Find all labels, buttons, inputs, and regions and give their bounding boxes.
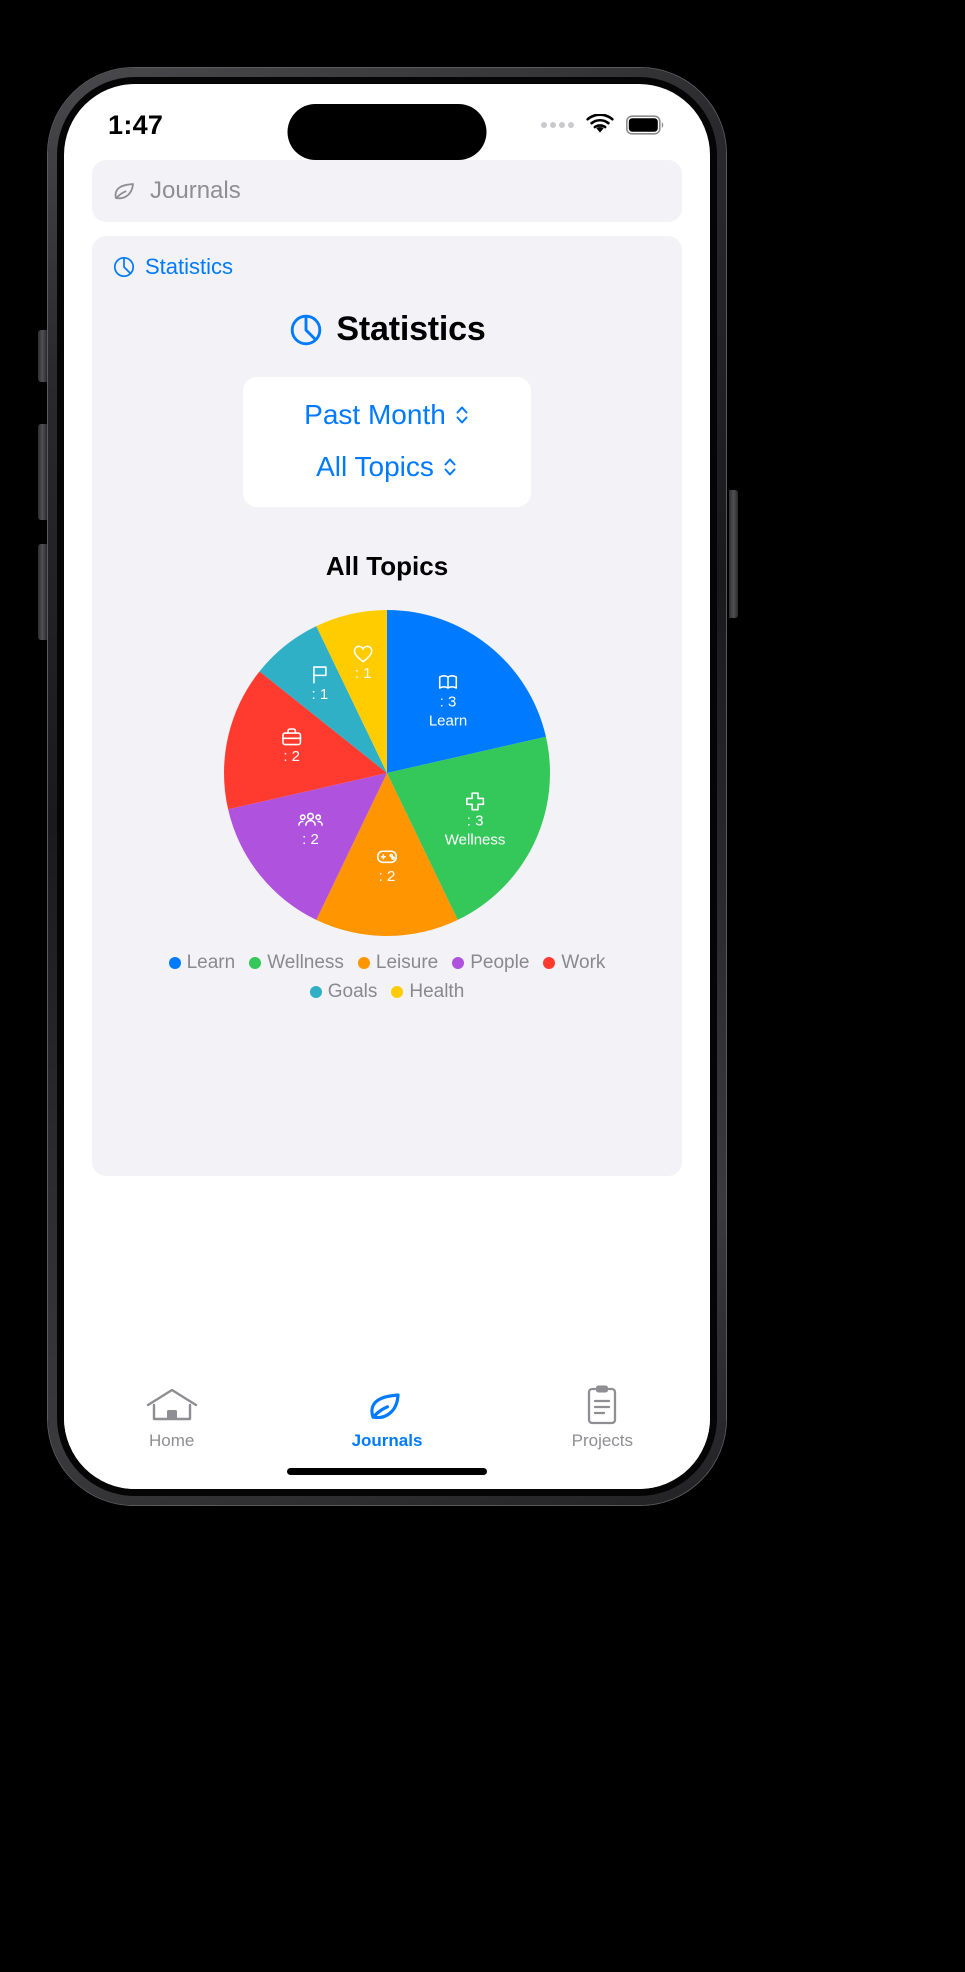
power-button[interactable] — [729, 490, 738, 618]
legend-label: Leisure — [375, 952, 439, 973]
chevron-up-down-icon — [454, 402, 470, 428]
legend-label: People — [470, 952, 530, 973]
breadcrumb-label: Statistics — [145, 254, 234, 279]
phone-frame: 1:47 Journals Statistics Statistics Past… — [48, 68, 726, 1505]
svg-text:: 2: : 2 — [283, 748, 300, 765]
phone-screen: 1:47 Journals Statistics Statistics Past… — [64, 84, 710, 1489]
svg-text:: 3: : 3 — [467, 812, 484, 829]
legend-label: Goals — [327, 981, 378, 1002]
status-icons — [541, 114, 666, 136]
legend-color-dot — [391, 986, 404, 998]
pie-slice-label: : 2 — [298, 812, 323, 848]
filter-card: Past Month All Topics — [243, 377, 531, 507]
chart-legend: Learn Wellness Leisure People Work Goals Heal… — [92, 952, 682, 1003]
legend-item[interactable]: Goals — [309, 981, 378, 1003]
svg-text:Wellness: Wellness — [445, 831, 506, 848]
phone-bezel: 1:47 Journals Statistics Statistics Past… — [57, 77, 717, 1496]
legend-label: Health — [409, 981, 465, 1002]
volume-up-button[interactable] — [38, 424, 47, 520]
tab-home-label: Home — [148, 1431, 195, 1450]
breadcrumb[interactable]: Statistics — [92, 254, 682, 280]
period-selector[interactable]: Past Month — [304, 399, 470, 431]
legend-color-dot — [543, 957, 556, 969]
house-icon — [144, 1383, 200, 1427]
svg-text:: 1: : 1 — [312, 686, 329, 703]
screenshot-stage: 1:47 Journals Statistics Statistics Past… — [0, 0, 965, 1972]
clipboard-icon — [585, 1383, 619, 1427]
legend-item[interactable]: Wellness — [249, 952, 344, 974]
leaf-icon — [112, 178, 138, 204]
pie-slices — [224, 610, 550, 937]
legend-item[interactable]: Learn — [168, 952, 236, 974]
legend-color-dot — [168, 957, 181, 969]
pie-chart[interactable]: : 3 Learn : 3 Wellness : 2 : 2 : 2 : 1 : 1 — [222, 608, 552, 938]
svg-text:: 2: : 2 — [302, 831, 319, 848]
home-indicator[interactable] — [287, 1468, 487, 1475]
tab-journals-label: Journals — [351, 1431, 423, 1450]
cellular-dots-icon — [541, 122, 574, 128]
legend-color-dot — [309, 986, 322, 998]
leaf-icon — [367, 1383, 407, 1427]
legend-item[interactable]: Health — [391, 981, 464, 1003]
legend-label: Work — [561, 952, 606, 973]
journals-header-bar[interactable]: Journals — [92, 160, 682, 222]
tab-journals[interactable]: Journals — [280, 1383, 493, 1451]
svg-text:Learn: Learn — [429, 713, 467, 730]
pie-chart-icon — [112, 255, 136, 279]
status-time: 1:47 — [108, 109, 164, 140]
legend-label: Wellness — [267, 952, 344, 973]
legend-item[interactable]: Leisure — [357, 952, 439, 974]
statistics-panel: Statistics Statistics Past Month All Top… — [92, 236, 682, 1176]
screen-content: Journals Statistics Statistics Past Mont… — [64, 156, 710, 1176]
legend-label: Learn — [186, 952, 236, 973]
dynamic-island — [287, 104, 487, 160]
status-bar: 1:47 — [64, 84, 710, 160]
chart-title: All Topics — [325, 551, 449, 581]
topic-selector[interactable]: All Topics — [316, 451, 458, 483]
topic-value: All Topics — [316, 451, 434, 482]
legend-row: Goals Health — [118, 981, 656, 1003]
page-title-row: Statistics — [92, 310, 682, 349]
journals-label: Journals — [150, 177, 241, 204]
wifi-icon — [585, 114, 615, 136]
legend-item[interactable]: People — [452, 952, 529, 974]
volume-down-button[interactable] — [38, 544, 47, 640]
tab-home[interactable]: Home — [65, 1383, 278, 1451]
legend-item[interactable]: Work — [543, 952, 605, 974]
silent-switch[interactable] — [38, 330, 47, 382]
legend-color-dot — [357, 957, 370, 969]
tab-projects-label: Projects — [571, 1431, 634, 1450]
page-title: Statistics — [336, 310, 486, 348]
pie-chart-svg: : 3 Learn : 3 Wellness : 2 : 2 : 2 : 1 : 1 — [224, 610, 550, 937]
svg-text:: 2: : 2 — [379, 868, 396, 885]
tab-projects[interactable]: Projects — [496, 1383, 709, 1451]
legend-row: Learn Wellness Leisure People Work — [118, 952, 656, 974]
legend-color-dot — [452, 957, 465, 969]
legend-color-dot — [249, 957, 262, 969]
svg-text:: 3: : 3 — [440, 694, 457, 711]
battery-full-icon — [626, 115, 666, 135]
svg-text:: 1: : 1 — [355, 665, 372, 682]
chevron-up-down-icon — [442, 454, 458, 480]
pie-chart-icon — [288, 312, 324, 348]
period-value: Past Month — [304, 399, 446, 430]
